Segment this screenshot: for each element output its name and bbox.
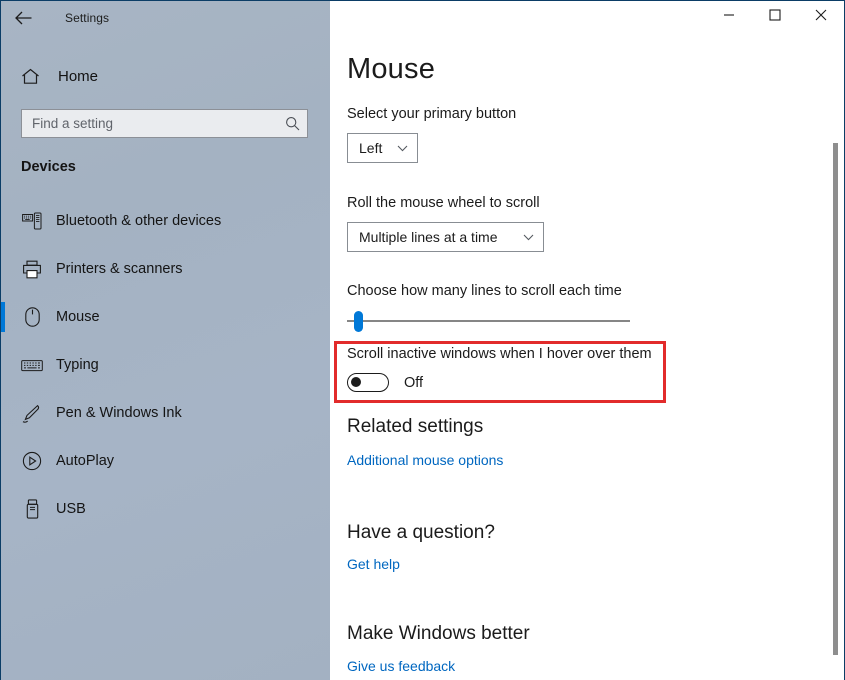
chevron-down-icon xyxy=(387,145,417,152)
pen-icon xyxy=(13,404,51,423)
printer-icon xyxy=(13,260,51,279)
slider-thumb[interactable] xyxy=(354,311,363,332)
maximize-icon xyxy=(769,8,781,26)
search-box[interactable] xyxy=(21,109,308,138)
selection-indicator xyxy=(1,494,5,524)
minimize-button[interactable] xyxy=(706,1,752,33)
additional-mouse-options-link[interactable]: Additional mouse options xyxy=(347,452,503,468)
sidebar-item-label: Mouse xyxy=(56,309,100,325)
minimize-icon xyxy=(723,8,735,26)
content-pane: Mouse Select your primary button Left Ro… xyxy=(330,1,844,680)
make-windows-better-heading: Make Windows better xyxy=(347,623,530,644)
lines-slider[interactable] xyxy=(347,309,630,333)
sidebar-item-pen-windows-ink[interactable]: Pen & Windows Ink xyxy=(1,389,330,437)
sidebar-item-label: AutoPlay xyxy=(56,453,115,469)
window-titlebar-left: Settings xyxy=(1,1,330,35)
scroll-wheel-label: Roll the mouse wheel to scroll xyxy=(347,195,540,211)
get-help-link[interactable]: Get help xyxy=(347,556,400,572)
lines-slider-label: Choose how many lines to scroll each tim… xyxy=(347,283,622,299)
back-button[interactable] xyxy=(1,2,45,34)
close-button[interactable] xyxy=(798,1,844,33)
inactive-scroll-label: Scroll inactive windows when I hover ove… xyxy=(347,346,652,362)
chevron-down-icon xyxy=(513,234,543,241)
primary-button-dropdown[interactable]: Left xyxy=(347,133,418,163)
selection-indicator xyxy=(1,350,5,380)
sidebar-category-heading: Devices xyxy=(21,159,76,175)
primary-button-label: Select your primary button xyxy=(347,106,517,122)
sidebar-item-label: Typing xyxy=(56,357,99,373)
sidebar-item-usb[interactable]: USB xyxy=(1,485,330,533)
selection-indicator xyxy=(1,302,5,332)
sidebar-item-home[interactable]: Home xyxy=(1,61,330,91)
sidebar-item-autoplay[interactable]: AutoPlay xyxy=(1,437,330,485)
app-title: Settings xyxy=(65,11,110,25)
give-us-feedback-link[interactable]: Give us feedback xyxy=(347,658,455,674)
mouse-icon xyxy=(13,307,51,327)
sidebar-item-printers-scanners[interactable]: Printers & scanners xyxy=(1,245,330,293)
sidebar-item-label: Printers & scanners xyxy=(56,261,183,277)
scroll-wheel-dropdown[interactable]: Multiple lines at a time xyxy=(347,222,544,252)
sidebar-nav-list: Bluetooth & other devices Printers & scan… xyxy=(1,197,330,533)
slider-track[interactable] xyxy=(347,320,630,322)
settings-window: Settings Home Devices Bluetooth & other … xyxy=(0,0,845,680)
usb-icon xyxy=(13,499,51,519)
selection-indicator xyxy=(1,398,5,428)
inactive-scroll-toggle-row: Off xyxy=(347,373,423,392)
search-input[interactable] xyxy=(22,109,277,138)
keyboard-icon xyxy=(13,358,51,373)
sidebar-item-mouse[interactable]: Mouse xyxy=(1,293,330,341)
scroll-wheel-value: Multiple lines at a time xyxy=(359,229,498,245)
sidebar-item-label: USB xyxy=(56,501,86,517)
sidebar-item-label: Bluetooth & other devices xyxy=(56,213,222,229)
primary-button-value: Left xyxy=(359,140,383,156)
selection-indicator xyxy=(1,254,5,284)
selection-indicator xyxy=(1,206,5,236)
scrollbar-thumb[interactable] xyxy=(833,143,838,655)
inactive-scroll-toggle[interactable] xyxy=(347,373,389,392)
have-a-question-heading: Have a question? xyxy=(347,522,495,543)
maximize-button[interactable] xyxy=(752,1,798,33)
sidebar: Settings Home Devices Bluetooth & other … xyxy=(1,1,330,680)
selection-indicator xyxy=(1,446,5,476)
toggle-knob xyxy=(351,377,361,387)
back-arrow-icon xyxy=(14,11,32,25)
window-controls xyxy=(706,1,844,33)
page-title: Mouse xyxy=(347,53,436,85)
home-icon xyxy=(10,68,50,85)
sidebar-item-typing[interactable]: Typing xyxy=(1,341,330,389)
bluetooth-devices-icon xyxy=(13,212,51,230)
sidebar-item-bluetooth-other-devices[interactable]: Bluetooth & other devices xyxy=(1,197,330,245)
content-scrollbar[interactable] xyxy=(830,33,842,680)
search-icon[interactable] xyxy=(277,116,307,131)
autoplay-icon xyxy=(13,451,51,471)
sidebar-item-home-label: Home xyxy=(58,67,99,85)
related-settings-heading: Related settings xyxy=(347,416,484,437)
sidebar-item-label: Pen & Windows Ink xyxy=(56,405,182,421)
close-icon xyxy=(815,8,827,26)
inactive-scroll-state: Off xyxy=(404,374,424,391)
